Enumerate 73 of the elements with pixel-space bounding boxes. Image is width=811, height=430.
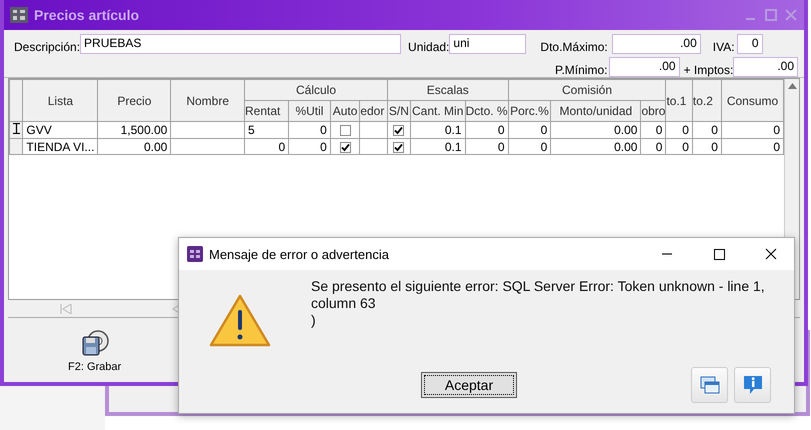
table-cell: 1,500.00	[98, 122, 171, 138]
window-title: Precios artículo	[34, 7, 140, 23]
table-cell: 0	[692, 138, 722, 154]
table-cell: 0	[465, 138, 508, 154]
column-header[interactable]: Auto	[330, 100, 360, 122]
checkbox[interactable]	[393, 125, 404, 136]
table-cell: 5	[244, 122, 289, 138]
column-group-header: Comisión	[508, 80, 666, 100]
table-cell: 0	[288, 138, 330, 154]
table-cell: 0	[288, 122, 330, 138]
floppy-disk-icon	[80, 328, 110, 358]
vat-field[interactable]: 0	[736, 34, 763, 54]
column-header[interactable]: to.2	[692, 80, 722, 122]
max-discount-field[interactable]: .00	[612, 34, 701, 54]
field-label: IVA:	[712, 40, 735, 54]
error-message: Se presento el siguiente error: SQL Server Error: Token unknown - line 1, column 63 )	[311, 277, 765, 330]
table-cell: 0	[666, 122, 692, 138]
table-cell: 0	[721, 138, 784, 154]
table-cell: 0.1	[410, 122, 466, 138]
column-header[interactable]: Dcto. %	[465, 100, 508, 122]
column-header[interactable]: Rentat	[244, 100, 289, 122]
checkbox[interactable]	[340, 142, 351, 153]
column-header[interactable]: %Util	[288, 100, 330, 122]
table-cell: 0	[640, 122, 666, 138]
column-header[interactable]: Lista	[22, 80, 98, 122]
column-group-header: Escalas	[388, 80, 508, 100]
column-header[interactable]: Precio	[98, 80, 171, 122]
table-cell: GVV	[22, 122, 98, 138]
min-price-field[interactable]: .00	[609, 57, 680, 77]
field-label: Unidad:	[408, 40, 450, 54]
table-cell: 0	[692, 122, 722, 138]
column-header[interactable]: Cant. Min	[410, 100, 466, 122]
checkbox[interactable]	[393, 142, 404, 153]
table-cell: 0.00	[550, 138, 641, 154]
save-button[interactable]: F2: Grabar	[62, 326, 128, 374]
checkbox[interactable]	[340, 125, 351, 136]
table-cell: 0.1	[410, 138, 466, 154]
windows-button[interactable]	[691, 367, 728, 403]
table-cell: 0	[508, 138, 551, 154]
windows-icon	[700, 376, 720, 394]
field-label: P.Mínimo:	[555, 63, 608, 77]
table-cell: 0.00	[550, 122, 641, 138]
unit-field[interactable]: uni	[449, 34, 526, 54]
table-cell: TIENDA VI...	[22, 138, 98, 154]
column-header[interactable]: edor	[360, 100, 388, 122]
column-header[interactable]: Porc.%	[508, 100, 551, 122]
column-header[interactable]: obro	[640, 100, 666, 122]
info-button[interactable]	[734, 367, 771, 403]
scroll-up-icon[interactable]	[788, 83, 796, 89]
taxes-field[interactable]: .00	[733, 57, 798, 77]
dialog-title: Mensaje de error o advertencia	[209, 246, 390, 262]
field-label: Descripción:	[14, 40, 80, 54]
table-cell: 0	[666, 138, 692, 154]
column-header[interactable]: Nombre	[170, 80, 245, 122]
field-label: + Imptos:	[684, 63, 734, 77]
field-label: Dto.Máximo:	[540, 40, 608, 54]
accept-button[interactable]: Aceptar	[421, 372, 517, 398]
description-field[interactable]: PRUEBAS	[80, 34, 402, 54]
table-cell: 0	[640, 138, 666, 154]
table-cell: 0	[465, 122, 508, 138]
app-icon	[10, 7, 28, 23]
text-cursor-icon	[12, 123, 20, 134]
app-icon	[187, 246, 203, 262]
warning-icon	[209, 294, 271, 348]
table-cell: 0	[508, 122, 551, 138]
column-header[interactable]: Monto/unidad	[550, 100, 641, 122]
column-header[interactable]: S/N	[388, 100, 410, 122]
info-icon	[742, 374, 764, 396]
table-cell: 0	[244, 138, 289, 154]
column-header[interactable]: Consumo	[721, 80, 784, 122]
column-group-header: Cálculo	[244, 80, 388, 100]
column-header[interactable]: to.1	[666, 80, 692, 122]
table-cell: 0.00	[98, 138, 171, 154]
